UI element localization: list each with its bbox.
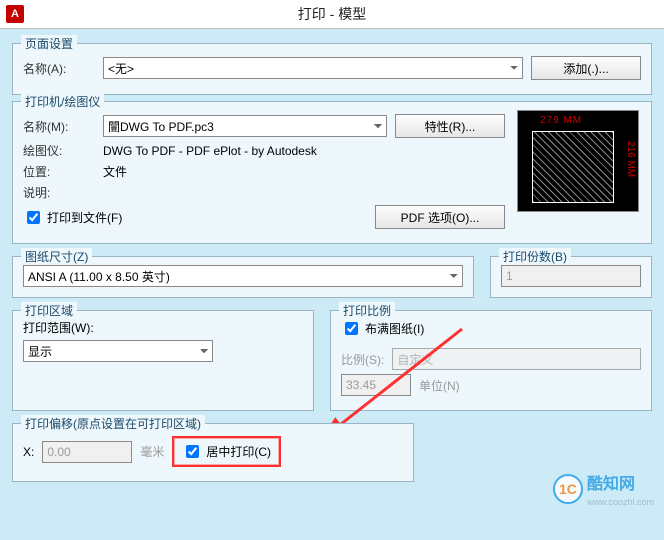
fit-to-paper-input[interactable]: [345, 322, 358, 335]
plot-range-combo[interactable]: 显示: [23, 340, 213, 362]
watermark-url: www.coozhi.com: [587, 497, 654, 507]
group-paper-size: 图纸尺寸(Z) ANSI A (11.00 x 8.50 英寸): [12, 256, 474, 298]
properties-button[interactable]: 特性(R)...: [395, 114, 505, 138]
app-icon: A: [6, 5, 24, 23]
watermark: 1C 酷知网 www.coozhi.com: [553, 470, 654, 508]
legend-offset: 打印偏移(原点设置在可打印区域): [21, 415, 205, 432]
pdf-options-button[interactable]: PDF 选项(O)...: [375, 205, 505, 229]
copies-input[interactable]: [501, 265, 641, 287]
group-scale: 打印比例 布满图纸(I) 比例(S): 自定义 单位(N): [330, 310, 652, 411]
legend-paper-size: 图纸尺寸(Z): [21, 248, 92, 265]
group-printer: 打印机/绘图仪 名称(M): 闓DWG To PDF.pc3 特性(R)... …: [12, 101, 652, 244]
legend-copies: 打印份数(B): [499, 248, 571, 265]
fit-to-paper-checkbox[interactable]: 布满图纸(I): [341, 319, 424, 338]
units-label: 单位(N): [419, 377, 460, 394]
units-input: [341, 374, 411, 396]
watermark-icon: 1C: [553, 474, 583, 504]
center-highlight: 居中打印(C): [172, 436, 281, 467]
offset-x-unit: 毫米: [140, 443, 164, 460]
watermark-text: 酷知网: [587, 476, 635, 493]
plotter-value: DWG To PDF - PDF ePlot - by Autodesk: [103, 144, 317, 158]
print-to-file-input[interactable]: [27, 211, 40, 224]
printer-name-combo[interactable]: 闓DWG To PDF.pc3: [103, 115, 387, 137]
paper-preview: 279 MM 216 MM: [517, 110, 639, 212]
legend-page-setup: 页面设置: [21, 35, 77, 52]
print-to-file-checkbox[interactable]: 打印到文件(F): [23, 208, 122, 227]
page-name-combo[interactable]: <无>: [103, 57, 523, 79]
title-bar: A 打印 - 模型: [0, 0, 664, 29]
add-button[interactable]: 添加(.)...: [531, 56, 641, 80]
window-title: 打印 - 模型: [0, 0, 664, 28]
group-plot-area: 打印区域 打印范围(W): 显示: [12, 310, 314, 411]
group-copies: 打印份数(B): [490, 256, 652, 298]
preview-dim-right: 216 MM: [625, 141, 636, 177]
center-plot-label: 居中打印(C): [206, 443, 271, 460]
plot-range-label: 打印范围(W):: [23, 319, 303, 336]
center-plot-checkbox[interactable]: 居中打印(C): [182, 442, 271, 461]
offset-x-input: [42, 441, 132, 463]
legend-printer: 打印机/绘图仪: [21, 93, 104, 110]
scale-label: 比例(S):: [341, 351, 384, 368]
group-offset: 打印偏移(原点设置在可打印区域) X: 毫米 居中打印(C): [12, 423, 414, 482]
preview-plot-area: [532, 131, 614, 203]
scale-combo: 自定义: [392, 348, 641, 370]
print-to-file-label: 打印到文件(F): [47, 209, 122, 226]
desc-label: 说明:: [23, 184, 95, 201]
offset-x-label: X:: [23, 445, 34, 459]
plotter-label: 绘图仪:: [23, 142, 95, 159]
printer-name-label: 名称(M):: [23, 118, 95, 135]
group-page-setup: 页面设置 名称(A): <无> 添加(.)...: [12, 43, 652, 95]
preview-dim-top: 279 MM: [540, 115, 582, 126]
fit-to-paper-label: 布满图纸(I): [365, 320, 424, 337]
where-label: 位置:: [23, 163, 95, 180]
legend-scale: 打印比例: [339, 302, 395, 319]
legend-plot-area: 打印区域: [21, 302, 77, 319]
center-plot-input[interactable]: [186, 445, 199, 458]
page-name-label: 名称(A):: [23, 60, 95, 77]
where-value: 文件: [103, 163, 127, 180]
paper-size-combo[interactable]: ANSI A (11.00 x 8.50 英寸): [23, 265, 463, 287]
